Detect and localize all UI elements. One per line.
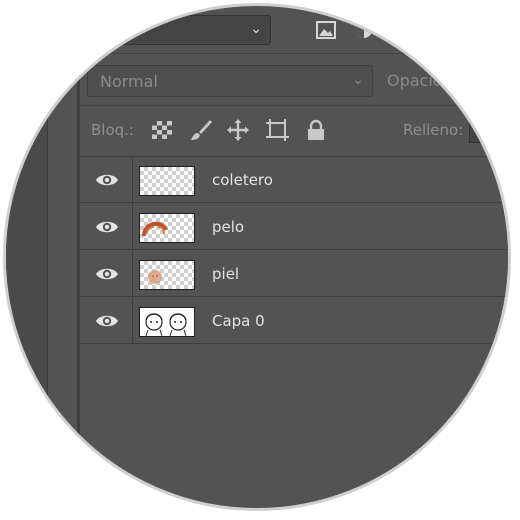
- blend-mode-dropdown[interactable]: Normal ⌄: [87, 65, 373, 97]
- visibility-eye-icon[interactable]: [95, 217, 119, 237]
- fill-input[interactable]: [469, 117, 508, 143]
- visibility-eye-icon[interactable]: [95, 264, 119, 284]
- zoom-circle-frame: ⌄ Normal ⌄ Opacid Bloq.: Relleno: colete…: [3, 3, 511, 511]
- layer-row-coletero[interactable]: coletero: [80, 157, 508, 203]
- layer-filter-dropdown[interactable]: ⌄: [65, 15, 271, 45]
- divider: [132, 251, 133, 297]
- divider: [132, 298, 133, 344]
- lock-all-icon[interactable]: [304, 119, 328, 141]
- lock-image-pixels-icon[interactable]: [189, 119, 213, 141]
- layer-row-capa-0[interactable]: Capa 0: [80, 298, 508, 344]
- lock-transparent-pixels-icon[interactable]: [150, 119, 174, 141]
- adjustment-filter-icon[interactable]: [355, 21, 373, 39]
- sketch-drawing-icon: [145, 313, 187, 337]
- skin-drawing-icon: [148, 270, 162, 284]
- divider: [132, 204, 133, 250]
- chevron-down-icon: ⌄: [352, 72, 364, 88]
- visibility-eye-icon[interactable]: [95, 170, 119, 190]
- divider: [78, 53, 508, 54]
- layer-row-piel[interactable]: piel: [80, 251, 508, 297]
- divider: [80, 202, 508, 203]
- left-panel-strip: [6, 6, 47, 508]
- layer-name[interactable]: Capa 0: [212, 312, 265, 330]
- opacity-label: Opacid: [387, 71, 443, 90]
- layer-name[interactable]: coletero: [212, 171, 273, 189]
- chevron-down-icon: ⌄: [250, 21, 262, 37]
- image-filter-icon[interactable]: [316, 21, 336, 39]
- fill-label: Relleno:: [403, 121, 464, 139]
- lock-position-icon[interactable]: [226, 119, 250, 141]
- visibility-eye-icon[interactable]: [95, 311, 119, 331]
- layer-thumbnail: [139, 213, 195, 243]
- layer-thumbnail: [139, 307, 195, 337]
- layer-row-pelo[interactable]: pelo: [80, 204, 508, 250]
- divider: [80, 296, 508, 297]
- divider: [132, 157, 133, 203]
- panel-separator: [47, 6, 48, 508]
- layer-thumbnail: [139, 260, 195, 290]
- layer-name[interactable]: pelo: [212, 218, 244, 236]
- lock-label: Bloq.:: [91, 121, 134, 139]
- divider: [80, 105, 508, 106]
- layer-thumbnail: [139, 166, 195, 196]
- layer-name[interactable]: piel: [212, 265, 239, 283]
- blend-mode-value: Normal: [100, 72, 158, 91]
- lock-artboard-icon[interactable]: [265, 119, 289, 141]
- divider: [80, 343, 508, 344]
- divider: [80, 249, 508, 250]
- hair-drawing-icon: [142, 221, 168, 237]
